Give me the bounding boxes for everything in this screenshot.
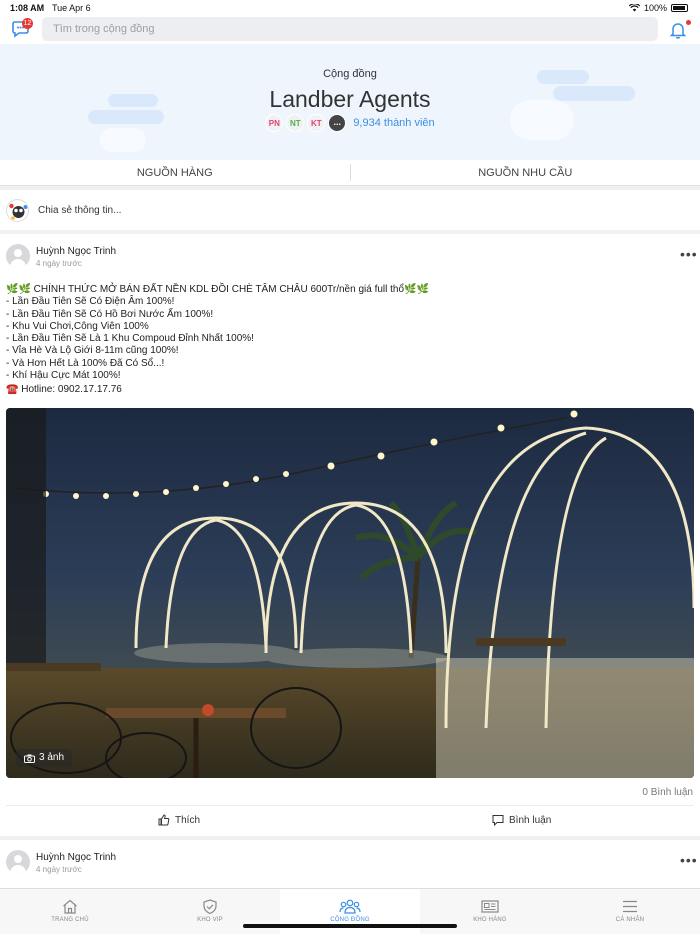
post-body: 🌿🌿 CHÍNH THỨC MỞ BÁN ĐẤT NỀN KDL ĐỒI CHÈ… <box>6 284 429 397</box>
newspaper-icon <box>481 900 499 913</box>
composer-placeholder: Chia sẻ thông tin... <box>38 205 122 216</box>
post-time: 4 ngày trước <box>36 865 82 874</box>
post-line: - Khí Hậu Cực Mát 100%! <box>6 370 121 382</box>
menu-icon <box>623 900 637 913</box>
post-line: ☎️ Hotline: 0902.17.17.76 <box>6 384 122 396</box>
community-header: Cộng đồng Landber Agents PN NT KT ... 9,… <box>0 44 700 160</box>
comment-button[interactable]: Bình luận <box>492 814 551 826</box>
comment-label: Bình luận <box>509 814 552 826</box>
post-time: 4 ngày trước <box>36 259 82 268</box>
member-avatar: PN <box>265 114 284 132</box>
comments-count[interactable]: 0 Bình luận <box>642 787 693 798</box>
post-author[interactable]: Huỳnh Ngọc Trinh <box>36 246 116 257</box>
nav-label: CÁ NHÂN <box>615 917 645 923</box>
member-count[interactable]: 9,934 thành viên <box>353 117 434 129</box>
post-line: - Lần Đầu Tiên Sẽ Có Điện Âm 100%! <box>6 296 175 308</box>
status-date: Tue Apr 6 <box>52 3 91 13</box>
more-options-icon[interactable]: ••• <box>680 246 698 262</box>
home-icon <box>63 899 77 914</box>
member-avatar: NT <box>286 114 305 132</box>
post-line: 🌿🌿 CHÍNH THỨC MỞ BÁN ĐẤT NỀN KDL ĐỒI CHÈ… <box>6 284 429 295</box>
like-button[interactable]: Thích <box>158 814 200 826</box>
chat-badge: 12 <box>22 18 33 29</box>
battery-percent: 100% <box>643 3 667 13</box>
post-line: - Và Hơn Hết Là 100% Đã Có Sổ...! <box>6 357 165 369</box>
post-line: - Lần Đầu Tiên Sẽ Là 1 Khu Compoud Đỉnh … <box>6 333 254 345</box>
thumbs-up-icon <box>158 814 170 826</box>
photo-count-label: 3 ảnh <box>39 752 65 763</box>
post-card: Huỳnh Ngọc Trinh 4 ngày trước ••• <box>0 840 700 888</box>
nav-label: TRANG CHỦ <box>51 917 89 923</box>
post-divider <box>6 805 694 806</box>
status-bar: 1:08 AM Tue Apr 6 100% <box>0 0 700 16</box>
author-avatar[interactable] <box>6 850 30 874</box>
camera-icon <box>24 754 35 763</box>
more-members-avatar: ... <box>328 114 347 132</box>
tab-nguon-nhu-cau[interactable]: NGUỒN NHU CẦU <box>351 160 700 185</box>
member-row[interactable]: PN NT KT ... 9,934 thành viên <box>0 114 700 132</box>
more-options-icon[interactable]: ••• <box>680 852 698 868</box>
nav-profile[interactable]: CÁ NHÂN <box>560 889 700 934</box>
source-tabs: NGUỒN HÀNG NGUỒN NHU CẦU <box>0 160 700 186</box>
nav-label: KHO VIP <box>197 917 223 923</box>
people-icon <box>339 899 361 914</box>
author-avatar[interactable] <box>6 244 30 268</box>
status-right: 100% <box>628 3 688 13</box>
status-time: 1:08 AM <box>10 3 45 13</box>
bell-icon[interactable] <box>668 20 688 40</box>
search-input[interactable]: Tìm trong cộng đồng <box>42 17 658 41</box>
notification-dot <box>686 20 691 25</box>
post-card: Huỳnh Ngọc Trinh 4 ngày trước ••• 🌿🌿 CHÍ… <box>0 234 700 836</box>
battery-icon <box>671 4 688 12</box>
tab-nguon-hang[interactable]: NGUỒN HÀNG <box>0 160 350 185</box>
top-bar: 12 Tìm trong cộng đồng <box>0 16 700 44</box>
like-label: Thích <box>175 814 201 826</box>
dome-cafe-photo <box>6 408 694 778</box>
post-line: - Khu Vui Chơi,Công Viên 100% <box>6 320 149 332</box>
post-composer[interactable]: Chia sẻ thông tin... <box>0 190 700 230</box>
comment-icon <box>492 815 504 826</box>
community-label: Cộng đồng <box>323 68 377 80</box>
post-author[interactable]: Huỳnh Ngọc Trinh <box>36 852 116 863</box>
nav-label: CỘNG ĐỒNG <box>330 917 370 923</box>
user-avatar <box>6 199 29 222</box>
post-line: - Vỉa Hè Và Lộ Giới 8-11m cũng 100%! <box>6 345 179 357</box>
nav-label: KHO HÀNG <box>473 917 507 923</box>
home-indicator <box>243 924 457 928</box>
post-line: - Lần Đầu Tiên Sẽ Có Hồ Bơi Nước Ấm 100%… <box>6 308 214 320</box>
community-name: Landber Agents <box>269 86 431 112</box>
nav-home[interactable]: TRANG CHỦ <box>0 889 140 934</box>
photo-count-badge[interactable]: 3 ảnh <box>16 749 73 767</box>
member-avatar: KT <box>307 114 326 132</box>
wifi-icon <box>628 4 640 12</box>
post-photo[interactable]: 3 ảnh <box>6 408 694 778</box>
shield-check-icon <box>203 899 217 914</box>
